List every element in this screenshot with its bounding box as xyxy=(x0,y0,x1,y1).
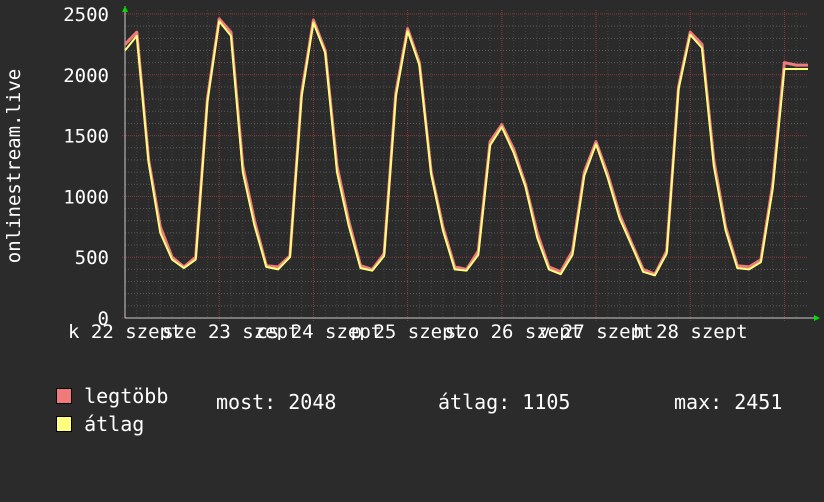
chart-grid xyxy=(122,10,808,321)
stat-max: max: 2451 xyxy=(674,390,783,414)
y-tick-label: 500 xyxy=(75,247,109,269)
y-tick-label: 1000 xyxy=(63,186,109,208)
x-tick-label: h 28 szept xyxy=(633,321,747,340)
x-axis-arrow xyxy=(814,315,820,321)
y-tick-label: 2500 xyxy=(63,4,109,26)
legend-item-legtobb: legtöbb xyxy=(32,363,168,407)
series-layer xyxy=(123,17,808,277)
y-tick-label: 1500 xyxy=(63,126,109,148)
line-chart: 05001000150020002500k 22 szeptsze 23 sze… xyxy=(3,4,820,340)
stat-most: most: 2048 xyxy=(216,390,337,414)
stat-atlag: átlag: 1105 xyxy=(438,390,571,414)
legend-item-atlag: átlag most: 2048 átlag: 1105 max: 2451 xyxy=(32,390,812,435)
y-tick-label: 2000 xyxy=(63,65,109,87)
y-axis-title: onlinestream.live xyxy=(3,69,25,263)
legend-label-atlag: átlag xyxy=(84,412,145,436)
y-axis-arrow xyxy=(122,6,128,12)
